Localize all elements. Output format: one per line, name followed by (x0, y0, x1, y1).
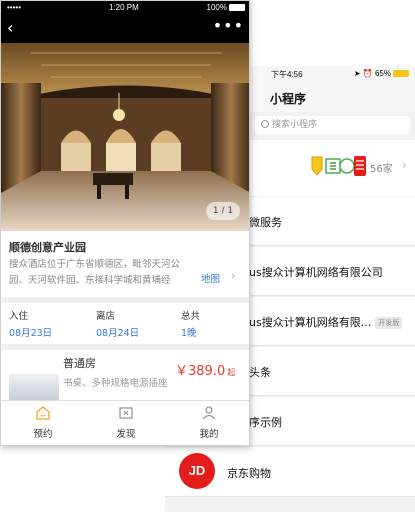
home-icon (36, 406, 50, 420)
tab-label: 我的 (199, 429, 219, 440)
room-description: 书桌、多种规格电源插座 (63, 378, 168, 389)
partner-logos (311, 156, 366, 176)
list-item-label: 微服务 (249, 216, 282, 229)
total-label: 总共 (181, 311, 201, 322)
room-name: 普通房 (63, 357, 96, 370)
list-item-label: 序示例 (249, 416, 282, 429)
price-value: ￥389.0 (175, 364, 226, 379)
profile-icon (202, 406, 216, 420)
jd-logo: JD (179, 453, 215, 489)
status-time: 1:20 PM (109, 3, 139, 12)
checkin-column: 入住 08月23日 (9, 308, 52, 339)
promo-count: 56家 (370, 164, 393, 175)
checkout-column: 离店 08月24日 (96, 308, 139, 339)
more-icon[interactable]: ••• (213, 16, 244, 35)
battery-status: 100% (207, 3, 245, 12)
hotel-detail-screen: ••••• 1:20 PM 100% ‹ ••• 1 / 1 顺德创意产业园 搜… (0, 0, 250, 446)
price-suffix: 起 (227, 368, 236, 377)
hotel-description: 搜众酒店位于广东省顺德区，毗邻天河公园、天河软件园、东接科学城和黄埔经 (9, 259, 181, 286)
alarm-icon: ➤ ⏰ (353, 69, 375, 78)
list-item-text: us搜众计算机网络有限... (249, 316, 372, 329)
chevron-right-icon: › (402, 158, 407, 172)
list-item-label: us搜众计算机网络有限... 开发版 (249, 314, 403, 330)
checkin-date: 08月23日 (9, 328, 53, 339)
gallery-pager: 1 / 1 (206, 202, 240, 220)
room-thumbnail (9, 374, 59, 400)
status-bar: ••••• 1:20 PM 100% (1, 1, 249, 15)
list-item-label: 京东购物 (227, 467, 271, 480)
back-icon[interactable]: ‹ (7, 18, 13, 37)
checkout-date: 08月24日 (96, 328, 140, 339)
section-divider (1, 297, 249, 303)
nav-bar: ‹ ••• (1, 15, 249, 43)
checkout-label: 离店 (96, 311, 116, 322)
tab-profile[interactable]: 我的 (179, 405, 239, 440)
room-card[interactable]: 普通房 书桌、多种规格电源插座 ￥389.0 起 (1, 350, 249, 400)
status-right: ➤ ⏰ 65% (354, 69, 409, 78)
total-nights: 1晚 (181, 328, 197, 339)
tab-label: 发现 (116, 429, 136, 440)
chevron-right-icon: › (231, 269, 236, 282)
battery-icon (229, 4, 245, 11)
tab-label: 预约 (33, 429, 53, 440)
checkin-label: 入住 (9, 311, 29, 322)
map-link[interactable]: 地图 (201, 271, 220, 285)
search-input[interactable]: 搜索小程序 (255, 116, 410, 134)
search-placeholder: 搜索小程序 (272, 120, 318, 130)
signal-indicator: ••••• (7, 3, 22, 12)
dev-badge: 开发版 (375, 317, 403, 329)
battery-percent: 65% (374, 69, 391, 78)
tab-bar: 预约 发现 我的 (1, 400, 249, 445)
battery-percent: 100% (206, 3, 227, 12)
hotel-name: 顺德创意产业园 (9, 241, 86, 254)
list-item-label: us搜众计算机网络有限公司 (249, 266, 383, 279)
battery-icon (393, 70, 409, 77)
total-column: 总共 1晚 (181, 308, 200, 339)
discover-icon (119, 407, 133, 419)
stay-dates[interactable]: 入住 08月23日 离店 08月24日 总共 1晚 (1, 304, 249, 344)
tab-discover[interactable]: 发现 (96, 405, 156, 440)
tab-booking[interactable]: 预约 (13, 405, 73, 440)
list-item-label: 头条 (249, 366, 271, 379)
page-title: 小程序 (270, 92, 307, 106)
room-price: ￥389.0 起 (175, 360, 235, 379)
status-time: 下午4:56 (271, 70, 303, 79)
search-icon (261, 120, 269, 128)
